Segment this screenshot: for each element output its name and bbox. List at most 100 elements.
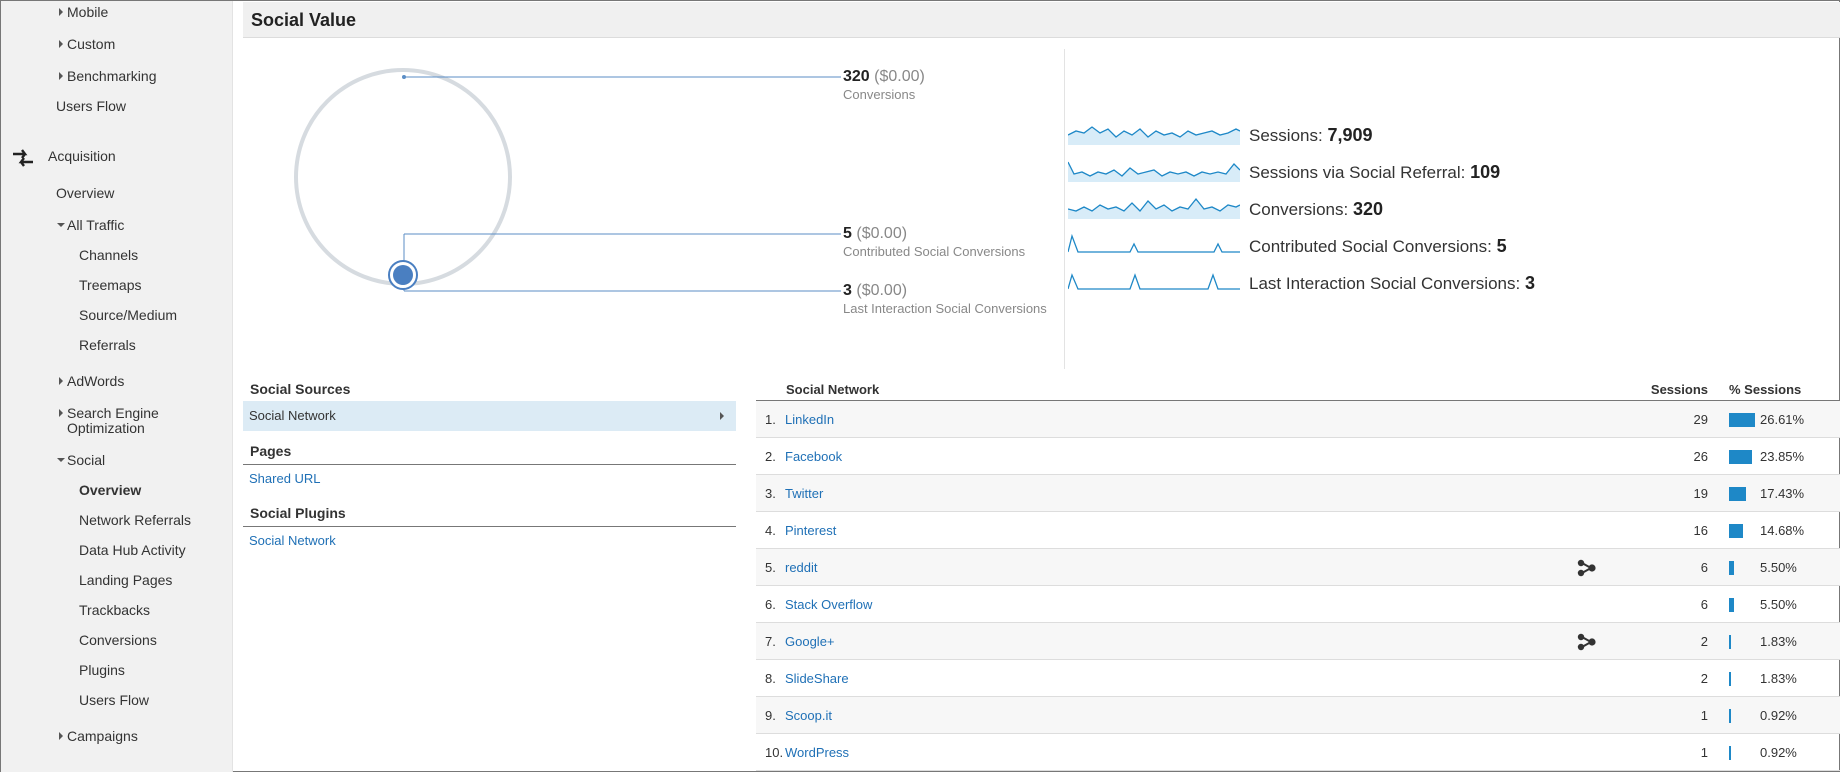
network-link[interactable]: Facebook [785, 449, 842, 464]
pct-sessions-value: 17.43% [1760, 486, 1805, 501]
metric-label: Last Interaction Social Conversions: [1249, 274, 1521, 293]
table-header: Social Network Sessions % Sessions [756, 379, 1840, 401]
sessions-share-bar [1729, 561, 1734, 575]
column-header-sessions[interactable]: Sessions [1651, 382, 1708, 397]
sidebar-item-adwords[interactable]: AdWords [59, 374, 124, 389]
source-social-network[interactable]: Social Network [243, 401, 736, 431]
contributed-value: 5 ($0.00) [843, 225, 908, 242]
sidebar-item-users-flow-audience[interactable]: Users Flow [56, 99, 126, 114]
table-row: 5. reddit 6 5.50% [756, 549, 1840, 586]
sidebar-item-conversions[interactable]: Conversions [79, 633, 157, 648]
sidebar-item-users-flow[interactable]: Users Flow [79, 693, 149, 708]
sessions-share-bar [1729, 672, 1731, 686]
source-plugins-network[interactable]: Social Network [243, 533, 736, 548]
sessions-sparkline [1068, 126, 1240, 145]
row-index: 9. [765, 708, 776, 723]
contributed-label: Contributed Social Conversions [843, 244, 1026, 259]
sessions-value: 6 [1700, 597, 1708, 612]
network-link[interactable]: LinkedIn [785, 412, 834, 427]
column-header-network[interactable]: Social Network [786, 382, 879, 397]
last-interaction-sparkline [1068, 273, 1240, 290]
sidebar-nav: Mobile Custom Benchmarking Users Flow Ac… [1, 1, 233, 772]
pct-sessions-value: 5.50% [1760, 597, 1797, 612]
metric-value: 3 [1524, 273, 1535, 293]
sessions-value: 1 [1700, 708, 1708, 723]
table-row: 9. Scoop.it 1 0.92% [756, 697, 1840, 734]
sidebar-item-acquisition-overview[interactable]: Overview [56, 186, 114, 201]
network-link[interactable]: SlideShare [785, 671, 849, 686]
sessions-share-bar [1729, 450, 1752, 464]
sidebar-item-referrals[interactable]: Referrals [79, 338, 136, 353]
conversions-sparkline [1068, 197, 1240, 219]
network-link[interactable]: WordPress [785, 745, 849, 760]
sidebar-item-channels[interactable]: Channels [79, 248, 138, 263]
pct-sessions-value: 0.92% [1760, 745, 1797, 760]
network-link[interactable]: Pinterest [785, 523, 836, 538]
row-index: 6. [765, 597, 776, 612]
sessions-value: 19 [1693, 486, 1708, 501]
sidebar-item-network-referrals[interactable]: Network Referrals [79, 513, 191, 528]
sidebar-item-social-overview[interactable]: Overview [79, 483, 141, 498]
row-index: 4. [765, 523, 776, 538]
table-row: 8. SlideShare 2 1.83% [756, 660, 1840, 697]
sidebar-item-treemaps[interactable]: Treemaps [79, 278, 142, 293]
sidebar-item-social[interactable]: Social [57, 453, 105, 468]
table-body: 1. LinkedIn 29 26.61% 2. Facebook 26 23.85% 3. Tw… [756, 401, 1840, 771]
row-index: 1. [765, 412, 776, 427]
sidebar-item-benchmarking[interactable]: Benchmarking [59, 69, 157, 84]
sessions-share-bar [1729, 709, 1731, 723]
sidebar-item-source-medium[interactable]: Source/Medium [79, 308, 177, 323]
row-index: 5. [765, 560, 776, 575]
acquisition-arrows-icon [11, 147, 35, 172]
sidebar-item-mobile[interactable]: Mobile [59, 5, 108, 20]
source-shared-url[interactable]: Shared URL [243, 471, 736, 486]
network-link[interactable]: Scoop.it [785, 708, 832, 723]
network-link[interactable]: reddit [785, 560, 818, 575]
caret-right-icon [59, 377, 63, 385]
table-row: 4. Pinterest 16 14.68% [756, 512, 1840, 549]
row-index: 8. [765, 671, 776, 686]
sidebar-item-landing-pages[interactable]: Landing Pages [79, 573, 172, 588]
metric-social-referral: Sessions via Social Referral: 109 [1068, 158, 1768, 186]
table-row: 2. Facebook 26 23.85% [756, 438, 1840, 475]
pct-sessions-value: 1.83% [1760, 634, 1797, 649]
social-plugins-heading: Social Plugins [243, 505, 736, 527]
sessions-value: 2 [1700, 671, 1708, 686]
sidebar-item-seo[interactable]: Search Engine Optimization [59, 406, 159, 436]
sidebar-item-trackbacks[interactable]: Trackbacks [79, 603, 150, 618]
sidebar-item-data-hub-activity[interactable]: Data Hub Activity [79, 543, 186, 558]
sidebar-item-all-traffic[interactable]: All Traffic [57, 218, 124, 233]
conversions-label: Conversions [843, 87, 916, 102]
metric-last-interaction: Last Interaction Social Conversions: 3 [1068, 269, 1768, 297]
sessions-value: 6 [1700, 560, 1708, 575]
sidebar-item-campaigns[interactable]: Campaigns [59, 729, 138, 744]
sessions-value: 2 [1700, 634, 1708, 649]
sidebar-item-acquisition[interactable]: Acquisition [48, 149, 116, 164]
data-hub-icon[interactable] [1577, 559, 1597, 580]
social-referral-sparkline [1068, 161, 1240, 182]
sessions-share-bar [1729, 598, 1734, 612]
column-header-pct-sessions[interactable]: % Sessions [1729, 382, 1801, 397]
sidebar-item-custom[interactable]: Custom [59, 37, 115, 52]
sessions-value: 26 [1693, 449, 1708, 464]
sidebar-item-plugins[interactable]: Plugins [79, 663, 125, 678]
table-row: 3. Twitter 19 17.43% [756, 475, 1840, 512]
report-header: Social Value [243, 2, 1840, 38]
last-interaction-value: 3 ($0.00) [843, 282, 908, 299]
metric-value: 5 [1496, 236, 1507, 256]
network-link[interactable]: Google+ [785, 634, 835, 649]
pct-sessions-value: 14.68% [1760, 523, 1805, 538]
sessions-share-bar [1729, 746, 1731, 760]
network-link[interactable]: Twitter [785, 486, 823, 501]
contributed-sparkline [1068, 233, 1240, 253]
caret-down-icon [57, 458, 65, 462]
sessions-share-bar [1729, 635, 1731, 649]
pct-sessions-value: 5.50% [1760, 560, 1797, 575]
caret-right-icon [59, 409, 63, 417]
data-hub-icon[interactable] [1577, 633, 1597, 654]
row-index: 2. [765, 449, 776, 464]
pages-heading: Pages [243, 443, 736, 465]
caret-down-icon [57, 223, 65, 227]
network-link[interactable]: Stack Overflow [785, 597, 872, 612]
sessions-value: 1 [1700, 745, 1708, 760]
